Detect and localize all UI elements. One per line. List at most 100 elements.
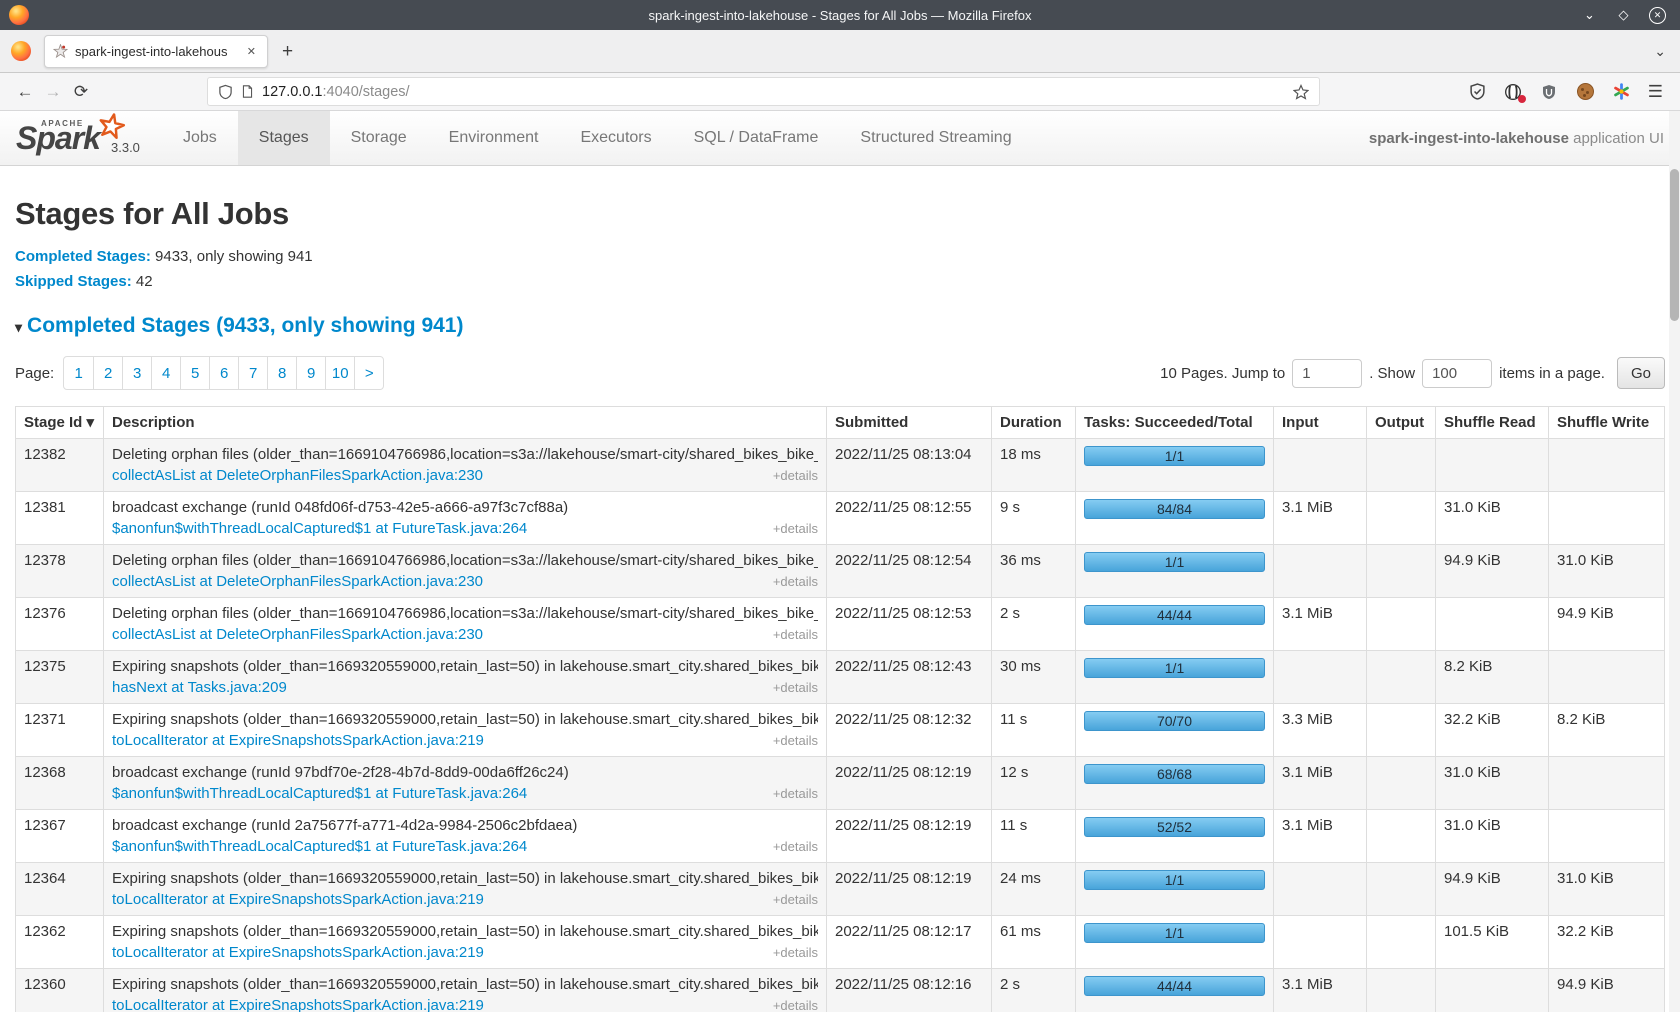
description-text: broadcast exchange (runId 97bdf70e-2f28-… bbox=[112, 763, 818, 782]
tab-close-icon[interactable]: ✕ bbox=[244, 43, 259, 60]
submitted-cell: 2022/11/25 08:12:19 bbox=[827, 810, 992, 863]
column-header[interactable]: Output bbox=[1367, 407, 1436, 439]
column-header[interactable]: Stage Id ▾ bbox=[16, 407, 104, 439]
column-header[interactable]: Duration bbox=[992, 407, 1076, 439]
description-cell: broadcast exchange (runId 048fd06f-d753-… bbox=[104, 492, 827, 545]
spark-nav-item[interactable]: Structured Streaming bbox=[839, 111, 1032, 165]
completed-stages-link[interactable]: Completed Stages: bbox=[15, 248, 151, 265]
callsite-link[interactable]: $anonfun$withThreadLocalCaptured$1 at Fu… bbox=[112, 519, 527, 538]
tracking-protection-shield-icon[interactable] bbox=[218, 84, 233, 100]
table-header-row: Stage Id ▾ Description Submitted Duratio… bbox=[16, 407, 1665, 439]
table-row: 12381 broadcast exchange (runId 048fd06f… bbox=[16, 492, 1665, 545]
callsite-link[interactable]: $anonfun$withThreadLocalCaptured$1 at Fu… bbox=[112, 837, 527, 856]
page-info-icon[interactable] bbox=[241, 84, 254, 99]
callsite-link[interactable]: $anonfun$withThreadLocalCaptured$1 at Fu… bbox=[112, 784, 527, 803]
output-cell bbox=[1367, 651, 1436, 704]
output-cell bbox=[1367, 492, 1436, 545]
callsite-link[interactable]: toLocalIterator at ExpireSnapshotsSparkA… bbox=[112, 731, 484, 750]
description-cell: Expiring snapshots (older_than=166932055… bbox=[104, 969, 827, 1012]
tasks-cell: 84/84 bbox=[1076, 492, 1274, 545]
menu-hamburger-icon[interactable]: ☰ bbox=[1648, 82, 1663, 102]
details-toggle[interactable]: +details bbox=[763, 784, 818, 803]
shield-check-icon[interactable] bbox=[1468, 82, 1487, 101]
details-toggle[interactable]: +details bbox=[763, 678, 818, 697]
go-button[interactable]: Go bbox=[1617, 357, 1665, 389]
ublock-shield-icon[interactable] bbox=[1540, 82, 1559, 101]
jump-to-page-input[interactable] bbox=[1292, 359, 1362, 388]
shuffle-read-cell: 94.9 KiB bbox=[1436, 863, 1549, 916]
callsite-link[interactable]: toLocalIterator at ExpireSnapshotsSparkA… bbox=[112, 996, 484, 1012]
page-number-button[interactable]: 10 bbox=[325, 357, 354, 389]
table-row: 12382 Deleting orphan files (older_than=… bbox=[16, 439, 1665, 492]
spark-nav-item[interactable]: Stages bbox=[238, 111, 330, 165]
page-number-button[interactable]: 8 bbox=[267, 357, 296, 389]
column-header[interactable]: Tasks: Succeeded/Total bbox=[1076, 407, 1274, 439]
forward-button[interactable]: → bbox=[39, 82, 67, 102]
spark-nav-item[interactable]: Jobs bbox=[162, 111, 238, 165]
completed-stages-section-toggle[interactable]: ▾Completed Stages (9433, only showing 94… bbox=[15, 314, 1665, 338]
details-toggle[interactable]: +details bbox=[763, 837, 818, 856]
maximize-icon[interactable]: ◇ bbox=[1615, 7, 1632, 24]
colorful-asterisk-icon[interactable] bbox=[1612, 82, 1631, 101]
callsite-link[interactable]: collectAsList at DeleteOrphanFilesSparkA… bbox=[112, 625, 483, 644]
details-toggle[interactable]: +details bbox=[763, 996, 818, 1012]
details-toggle[interactable]: +details bbox=[763, 625, 818, 644]
details-toggle[interactable]: +details bbox=[763, 466, 818, 485]
reload-button[interactable]: ⟳ bbox=[67, 82, 95, 102]
column-header[interactable]: Input bbox=[1274, 407, 1367, 439]
description-cell: Deleting orphan files (older_than=166910… bbox=[104, 545, 827, 598]
page-number-button[interactable]: > bbox=[354, 357, 383, 389]
details-toggle[interactable]: +details bbox=[763, 890, 818, 909]
stage-id-cell: 12364 bbox=[16, 863, 104, 916]
callsite-link[interactable]: toLocalIterator at ExpireSnapshotsSparkA… bbox=[112, 943, 484, 962]
minimize-icon[interactable]: ⌄ bbox=[1581, 7, 1598, 24]
url-bar[interactable]: 127.0.0.1:4040/stages/ bbox=[207, 77, 1320, 106]
page-number-button[interactable]: 3 bbox=[122, 357, 151, 389]
items-per-page-input[interactable] bbox=[1422, 359, 1492, 388]
skipped-stages-link[interactable]: Skipped Stages: bbox=[15, 273, 132, 290]
callsite-link[interactable]: hasNext at Tasks.java:209 bbox=[112, 678, 287, 697]
page-number-button[interactable]: 5 bbox=[180, 357, 209, 389]
stage-id-cell: 12371 bbox=[16, 704, 104, 757]
duration-cell: 12 s bbox=[992, 757, 1076, 810]
column-header[interactable]: Description bbox=[104, 407, 827, 439]
column-header[interactable]: Shuffle Read bbox=[1436, 407, 1549, 439]
column-header[interactable]: Shuffle Write bbox=[1549, 407, 1665, 439]
new-tab-button[interactable]: + bbox=[282, 42, 293, 61]
bookmark-star-icon[interactable] bbox=[1293, 84, 1309, 100]
scrollbar-thumb[interactable] bbox=[1670, 169, 1679, 321]
spark-nav-item[interactable]: Environment bbox=[428, 111, 560, 165]
shuffle-write-cell: 31.0 KiB bbox=[1549, 863, 1665, 916]
page-number-button[interactable]: 2 bbox=[93, 357, 122, 389]
spark-logo[interactable]: APACHE Spark 3.3.0 bbox=[14, 111, 162, 165]
callsite-link[interactable]: toLocalIterator at ExpireSnapshotsSparkA… bbox=[112, 890, 484, 909]
details-toggle[interactable]: +details bbox=[763, 943, 818, 962]
page-number-button[interactable]: 6 bbox=[209, 357, 238, 389]
section-title: Completed Stages (9433, only showing 941… bbox=[27, 314, 463, 337]
privacy-badger-icon[interactable] bbox=[1504, 82, 1523, 101]
tasks-cell: 70/70 bbox=[1076, 704, 1274, 757]
description-cell: Deleting orphan files (older_than=166910… bbox=[104, 439, 827, 492]
details-toggle[interactable]: +details bbox=[763, 572, 818, 591]
page-number-button[interactable]: 9 bbox=[296, 357, 325, 389]
spark-nav-item[interactable]: Storage bbox=[330, 111, 428, 165]
details-toggle[interactable]: +details bbox=[763, 519, 818, 538]
spark-nav-item[interactable]: SQL / DataFrame bbox=[673, 111, 840, 165]
details-toggle[interactable]: +details bbox=[763, 731, 818, 750]
output-cell bbox=[1367, 704, 1436, 757]
page-number-button[interactable]: 7 bbox=[238, 357, 267, 389]
column-header[interactable]: Submitted bbox=[827, 407, 992, 439]
close-window-icon[interactable]: ✕ bbox=[1649, 7, 1666, 24]
page-number-button[interactable]: 4 bbox=[151, 357, 180, 389]
back-button[interactable]: ← bbox=[11, 82, 39, 102]
output-cell bbox=[1367, 810, 1436, 863]
stages-table: Stage Id ▾ Description Submitted Duratio… bbox=[15, 406, 1665, 1012]
page-number-button[interactable]: 1 bbox=[64, 357, 93, 389]
spark-nav-item[interactable]: Executors bbox=[559, 111, 672, 165]
browser-tab[interactable]: spark-ingest-into-lakehous ✕ bbox=[44, 35, 268, 68]
firefox-view-icon[interactable] bbox=[11, 41, 31, 61]
callsite-link[interactable]: collectAsList at DeleteOrphanFilesSparkA… bbox=[112, 572, 483, 591]
cookie-icon[interactable] bbox=[1576, 82, 1595, 101]
callsite-link[interactable]: collectAsList at DeleteOrphanFilesSparkA… bbox=[112, 466, 483, 485]
list-all-tabs-chevron-icon[interactable]: ⌄ bbox=[1654, 43, 1666, 60]
